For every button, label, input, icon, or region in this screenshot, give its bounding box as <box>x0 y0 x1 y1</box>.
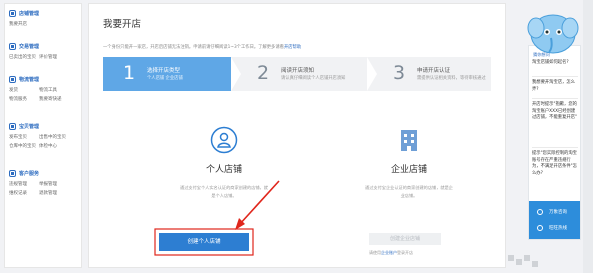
step-desc: 需提供认证相关资料，等待审核通过 <box>417 76 486 81</box>
building-icon <box>395 126 423 154</box>
page-title: 我要开店 <box>103 19 142 30</box>
sidebar-section-title[interactable]: 宝贝管理 <box>19 123 39 130</box>
divider <box>532 98 578 99</box>
enterprise-shop-card: 企业店铺 通过支付宝企业认证的商家创建的店铺，就是企业店铺。 <box>344 126 474 200</box>
step-1: 1 选择开店类型 个人店铺 企业店铺 <box>103 57 241 91</box>
person-icon <box>210 126 238 154</box>
sidebar-link-send-express[interactable]: 我要寄快递 <box>39 96 69 102</box>
create-personal-shop-button[interactable]: 创建个人店铺 <box>159 233 249 251</box>
sidebar-link-refunds[interactable]: 退款管理 <box>39 190 69 196</box>
faq-item[interactable]: 我想要开淘宝店，怎么弄? <box>532 80 578 93</box>
sidebar-link-violations[interactable]: 违规管理 <box>9 181 39 187</box>
main-panel: 我要开店 一个身份只能开一家店，开店后店铺无法注销。申请前请仔细阅读1~3个工作… <box>88 3 506 268</box>
divider <box>532 147 578 148</box>
faq-item[interactable]: 淘宝店铺如何起名? <box>532 60 578 67</box>
bell-icon <box>537 209 543 215</box>
faq-item[interactable]: 开店时提示"抱歉，您的淘宝账户XXX已经创建过店铺，不能重复开店" <box>532 102 578 122</box>
personal-shop-desc: 通过支付宝个人实名认证的商家创建的店铺，就是个人店铺。 <box>180 185 268 198</box>
step-desc: 个人店铺 企业店铺 <box>147 76 183 81</box>
sidebar-link-logistics-service[interactable]: 物流服务 <box>9 96 39 102</box>
enterprise-shop-desc: 通过支付宝企业认证的商家创建的店铺，就是企业店铺。 <box>365 185 453 198</box>
box-icon <box>9 123 16 130</box>
help-link[interactable]: 开店帮助 <box>284 45 301 50</box>
step-progress: 1 选择开店类型 个人店铺 企业店铺 2 阅读开店须知 请认真仔细阅读个人店铺开… <box>103 57 491 91</box>
hotline-button[interactable]: 旺旺热线 <box>537 225 567 231</box>
note-tail: 登录开店 <box>397 250 413 255</box>
step-title: 阅读开店须知 <box>281 68 315 74</box>
consult-label: 万象咨询 <box>549 210 567 215</box>
sidebar-section-service: 客户服务 违规管理 举报管理 维权记录 退款管理 <box>9 169 81 196</box>
hotline-label: 旺旺热线 <box>549 226 567 231</box>
personal-shop-title: 个人店铺 <box>205 165 242 175</box>
step-3: 3 申请开店认证 需提供认证相关资料，等待审核通过 <box>367 57 491 91</box>
user-icon <box>9 170 16 177</box>
step-title: 申请开店认证 <box>417 68 451 74</box>
note-text: 请使用 <box>369 250 381 255</box>
mascot-icon <box>527 14 579 54</box>
step-number: 3 <box>393 62 406 84</box>
sidebar-section-logistics: 物流管理 发货 物流工具 物流服务 我要寄快递 <box>9 75 81 102</box>
create-enterprise-shop-button[interactable]: 创建企业店铺 <box>369 233 441 245</box>
shop-icon <box>9 10 16 17</box>
sidebar-link-logistics-tools[interactable]: 物流工具 <box>39 87 69 93</box>
trade-icon <box>9 43 16 50</box>
sidebar-section-title[interactable]: 交易管理 <box>19 43 39 50</box>
sidebar-section-trade: 交易管理 已卖出的宝贝 评价管理 <box>9 42 81 60</box>
sidebar-link-ship[interactable]: 发货 <box>9 87 39 93</box>
sidebar-link-publish[interactable]: 发布宝贝 <box>9 134 39 140</box>
sidebar-link-on-sale[interactable]: 出售中的宝贝 <box>39 134 69 140</box>
enterprise-note: 请使用企业账户登录开店 <box>369 250 413 256</box>
faq-item[interactable]: 提示"您实际控制的淘宝账号存在严重违规行为，不满足开店条件"怎么办? <box>532 151 578 177</box>
sidebar-link-warehouse[interactable]: 仓库中的宝贝 <box>9 143 39 149</box>
sidebar-link-sold-items[interactable]: 已卖出的宝贝 <box>9 54 39 60</box>
step-2: 2 阅读开店须知 请认真仔细阅读个人店铺开店须知 <box>231 57 377 91</box>
sidebar-link-check-center[interactable]: 体检中心 <box>39 143 69 149</box>
step-number: 1 <box>123 62 136 84</box>
sidebar-link-rights[interactable]: 维权记录 <box>9 190 39 196</box>
page-edge <box>583 0 593 273</box>
divider <box>532 76 578 77</box>
hint-text: 一个身份只能开一家店，开店后店铺无法注销。申请前请仔细阅读1~3个工作日。了解更… <box>103 45 284 50</box>
page: 店铺管理 我要开店 交易管理 已卖出的宝贝 评价管理 物流管理 发货 物流工具 物流… <box>0 0 593 273</box>
step-number: 2 <box>257 62 270 84</box>
truck-icon <box>9 76 16 83</box>
sidebar-link-reviews[interactable]: 评价管理 <box>39 54 69 60</box>
open-shop-hint: 一个身份只能开一家店，开店后店铺无法注销。申请前请仔细阅读1~3个工作日。了解更… <box>103 44 301 50</box>
step-title: 选择开店类型 <box>147 68 181 74</box>
sidebar-section-shop: 店铺管理 我要开店 <box>9 9 81 27</box>
sidebar-section-title[interactable]: 物流管理 <box>19 76 39 83</box>
help-assistant-panel: 猜你想问 淘宝店铺如何起名? 我想要开淘宝店，怎么弄? 开店时提示"抱歉，您的淘… <box>528 45 581 240</box>
personal-shop-card: 个人店铺 通过支付宝个人实名认证的商家创建的店铺，就是个人店铺。 <box>159 126 289 200</box>
sidebar-link-reports[interactable]: 举报管理 <box>39 181 69 187</box>
step-desc: 请认真仔细阅读个人店铺开店须知 <box>281 76 346 81</box>
sidebar-section-items: 宝贝管理 发布宝贝 出售中的宝贝 仓库中的宝贝 体检中心 <box>9 122 81 149</box>
left-sidebar: 店铺管理 我要开店 交易管理 已卖出的宝贝 评价管理 物流管理 发货 物流工具 物流… <box>4 3 82 268</box>
chat-icon <box>537 225 543 231</box>
sidebar-section-title[interactable]: 客户服务 <box>19 170 39 177</box>
sidebar-section-title[interactable]: 店铺管理 <box>19 10 39 17</box>
sidebar-link-open-shop[interactable]: 我要开店 <box>9 21 39 27</box>
consult-button[interactable]: 万象咨询 <box>537 209 567 215</box>
enterprise-account-link[interactable]: 企业账户 <box>381 250 397 255</box>
assistant-footer: 万象咨询 旺旺热线 <box>529 201 580 239</box>
enterprise-shop-title: 企业店铺 <box>390 165 427 175</box>
